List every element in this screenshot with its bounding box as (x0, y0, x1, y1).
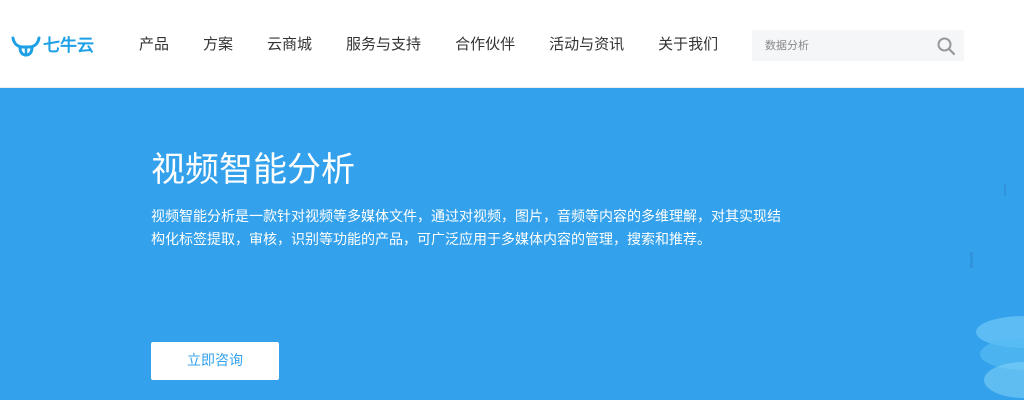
brand-name: 七牛云 (43, 36, 94, 56)
nav-item-events-news[interactable]: 活动与资讯 (549, 0, 624, 88)
hero-title: 视频智能分析 (151, 150, 355, 190)
search-input[interactable] (752, 30, 922, 61)
nav-item-partners[interactable]: 合作伙伴 (455, 0, 515, 88)
nav-item-support[interactable]: 服务与支持 (346, 0, 421, 88)
hero-description: 视频智能分析是一款针对视频等多媒体文件，通过对视频，图片，音频等内容的多维理解，… (151, 209, 781, 248)
search-icon[interactable] (936, 36, 956, 56)
search-box (752, 30, 964, 61)
main-nav: 产品 方案 云商城 服务与支持 合作伙伴 活动与资讯 关于我们 (139, 0, 752, 88)
brand-logo[interactable]: 七牛云 (11, 34, 94, 58)
hero-banner: 视频智能分析 视频智能分析是一款针对视频等多媒体文件，通过对视频，图片，音频等内… (0, 88, 1024, 400)
nav-item-solutions[interactable]: 方案 (203, 0, 233, 88)
nav-item-products[interactable]: 产品 (139, 0, 169, 88)
top-header: 七牛云 产品 方案 云商城 服务与支持 合作伙伴 活动与资讯 关于我们 (0, 0, 1024, 88)
nav-item-about[interactable]: 关于我们 (658, 0, 718, 88)
decorative-graphic (970, 184, 1024, 398)
bull-logo-icon (11, 36, 41, 57)
nav-item-marketplace[interactable]: 云商城 (267, 0, 312, 88)
consult-now-button[interactable]: 立即咨询 (151, 342, 279, 380)
